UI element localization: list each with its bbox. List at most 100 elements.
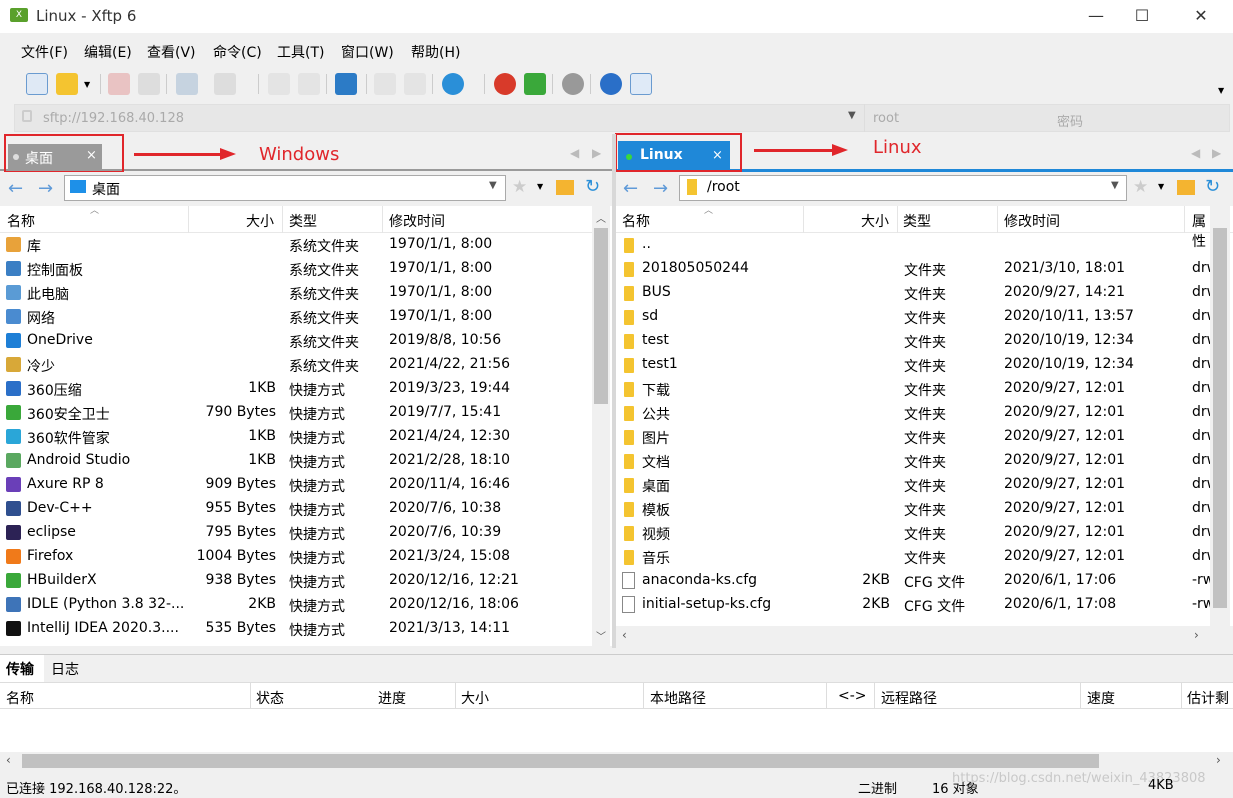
tab-log[interactable]: 日志 [51,659,79,679]
table-row[interactable]: 库 系统文件夹 1970/1/1, 8:00 [0,233,592,257]
properties-icon[interactable] [176,73,198,95]
disconnect-icon[interactable] [108,73,130,95]
col-mtime[interactable]: 修改时间 [389,211,445,231]
table-row[interactable]: Axure RP 8 909 Bytes 快捷方式 2020/11/4, 16:46 [0,473,592,497]
col-speed[interactable]: 速度 [1087,688,1115,708]
column-divider[interactable] [997,206,998,233]
col-type[interactable]: 类型 [289,211,317,231]
table-row[interactable]: BUS 文件夹 2020/9/27, 14:21 drw [616,281,1210,305]
column-divider[interactable] [382,206,383,233]
table-row[interactable]: 360安全卫士 790 Bytes 快捷方式 2019/7/7, 15:41 [0,401,592,425]
column-divider[interactable] [897,206,898,233]
home-folder-icon[interactable] [1177,180,1195,195]
password-field[interactable]: 密码 [1057,111,1083,130]
sync-transfer-icon[interactable] [335,73,357,95]
col-size[interactable]: 大小 [246,211,274,231]
right-horizontal-scrollbar[interactable]: ‹ › [616,626,1233,646]
col-eta[interactable]: 估计剩 [1187,688,1233,708]
reconnect-icon[interactable] [138,73,160,95]
column-divider[interactable] [803,206,804,233]
scroll-down-icon[interactable]: ﹀ [596,628,606,643]
open-dropdown-icon[interactable]: ▼ [84,80,90,89]
download-icon[interactable] [298,73,320,95]
help-icon[interactable] [600,73,622,95]
menu-command[interactable]: 命令(C) [213,42,262,62]
left-path-combobox[interactable] [64,175,506,201]
minimize-button[interactable]: — [1073,0,1119,33]
column-divider[interactable] [826,683,827,708]
upload-icon[interactable] [268,73,290,95]
col-size[interactable]: 大小 [861,211,889,231]
column-divider[interactable] [282,206,283,233]
favorite-star-icon[interactable]: ★ [1133,177,1148,197]
address-dropdown-icon[interactable]: ▼ [848,110,856,121]
right-path-combobox[interactable] [679,175,1127,201]
column-divider[interactable] [1080,683,1081,708]
table-row[interactable]: 控制面板 系统文件夹 1970/1/1, 8:00 [0,257,592,281]
table-row[interactable]: Dev-C++ 955 Bytes 快捷方式 2020/7/6, 10:38 [0,497,592,521]
table-row[interactable]: 视频 文件夹 2020/9/27, 12:01 drw [616,521,1210,545]
table-row[interactable]: 此电脑 系统文件夹 1970/1/1, 8:00 [0,281,592,305]
col-transfer-name[interactable]: 名称 [6,688,34,708]
table-row[interactable]: 冷少 系统文件夹 2021/4/22, 21:56 [0,353,592,377]
pane-splitter[interactable] [612,134,616,648]
col-transfer-progress[interactable]: 进度 [378,688,406,708]
table-row[interactable]: sd 文件夹 2020/10/11, 13:57 drw [616,305,1210,329]
tab-scroll-left-icon[interactable]: ◀ [1191,146,1200,160]
scroll-thumb[interactable] [1213,228,1227,608]
refresh-icon[interactable]: ↻ [1205,176,1220,197]
forward-arrow-icon[interactable]: → [38,178,53,199]
path-dropdown-icon[interactable]: ▼ [1111,180,1119,191]
table-row[interactable]: test 文件夹 2020/10/19, 12:34 drw [616,329,1210,353]
local-file-list[interactable]: 名称 ︿ 大小 类型 修改时间 库系统文件夹 1970/1/1, 8:00 控制面板… [0,206,612,646]
transfer-horizontal-scrollbar[interactable]: ‹ › [0,752,1233,770]
column-divider[interactable] [874,683,875,708]
scroll-thumb[interactable] [22,754,1099,768]
table-row[interactable]: IntelliJ IDEA 2020.3.... 535 Bytes 快捷方式 202… [0,617,592,641]
right-vertical-scrollbar[interactable] [1210,206,1230,626]
table-row[interactable]: 桌面 文件夹 2020/9/27, 12:01 drw [616,473,1210,497]
forward-arrow-icon[interactable]: → [653,178,668,199]
chat-icon[interactable] [630,73,652,95]
table-row[interactable]: 模板 文件夹 2020/9/27, 12:01 drw [616,497,1210,521]
toolbar-overflow-icon[interactable]: ▼ [1218,86,1224,95]
paste-icon[interactable] [404,73,426,95]
close-window-button[interactable]: ✕ [1178,0,1224,33]
scroll-left-icon[interactable]: ‹ [622,628,627,642]
scroll-right-icon[interactable]: › [1216,753,1221,767]
table-row[interactable]: eclipse 795 Bytes 快捷方式 2020/7/6, 10:39 [0,521,592,545]
column-divider[interactable] [250,683,251,708]
xshell-icon[interactable] [494,73,516,95]
copy-icon[interactable] [374,73,396,95]
table-row[interactable]: 360压缩 1KB 快捷方式 2019/3/23, 19:44 [0,377,592,401]
globe-icon[interactable] [442,73,464,95]
menu-tools[interactable]: 工具(T) [277,42,324,62]
table-row[interactable]: anaconda-ks.cfg 2KB CFG 文件 2020/6/1, 17:06 -… [616,569,1210,593]
table-row[interactable]: 网络 系统文件夹 1970/1/1, 8:00 [0,305,592,329]
table-row[interactable]: Firefox 1004 Bytes 快捷方式 2021/3/24, 15:08 [0,545,592,569]
table-row[interactable]: 公共 文件夹 2020/9/27, 12:01 drw [616,401,1210,425]
col-remote-path[interactable]: 远程路径 [881,688,937,708]
col-local-path[interactable]: 本地路径 [650,688,706,708]
table-row[interactable]: 360软件管家 1KB 快捷方式 2021/4/24, 12:30 [0,425,592,449]
table-row[interactable]: 音乐 文件夹 2020/9/27, 12:01 drw [616,545,1210,569]
column-divider[interactable] [643,683,644,708]
column-divider[interactable] [455,683,456,708]
table-row[interactable]: 201805050244 文件夹 2021/3/10, 18:01 drw [616,257,1210,281]
table-row[interactable]: 下载 文件夹 2020/9/27, 12:01 drw [616,377,1210,401]
table-row[interactable]: Android Studio 1KB 快捷方式 2021/2/28, 18:10 [0,449,592,473]
favorite-dropdown-icon[interactable]: ▼ [537,182,543,191]
table-row[interactable]: 文档 文件夹 2020/9/27, 12:01 drw [616,449,1210,473]
scroll-up-icon[interactable]: ︿ [596,210,606,225]
refresh-icon[interactable]: ↻ [585,176,600,197]
open-folder-icon[interactable] [56,73,78,95]
maximize-button[interactable]: ☐ [1119,0,1165,33]
column-divider[interactable] [188,206,189,233]
menu-window[interactable]: 窗口(W) [341,42,394,62]
table-row[interactable]: initial-setup-ks.cfg 2KB CFG 文件 2020/6/1, 1… [616,593,1210,617]
col-mtime[interactable]: 修改时间 [1004,211,1060,231]
menu-view[interactable]: 查看(V) [147,42,196,62]
table-row[interactable]: 图片 文件夹 2020/9/27, 12:01 drw [616,425,1210,449]
new-session-icon[interactable] [26,73,48,95]
col-transfer-status[interactable]: 状态 [256,688,284,708]
